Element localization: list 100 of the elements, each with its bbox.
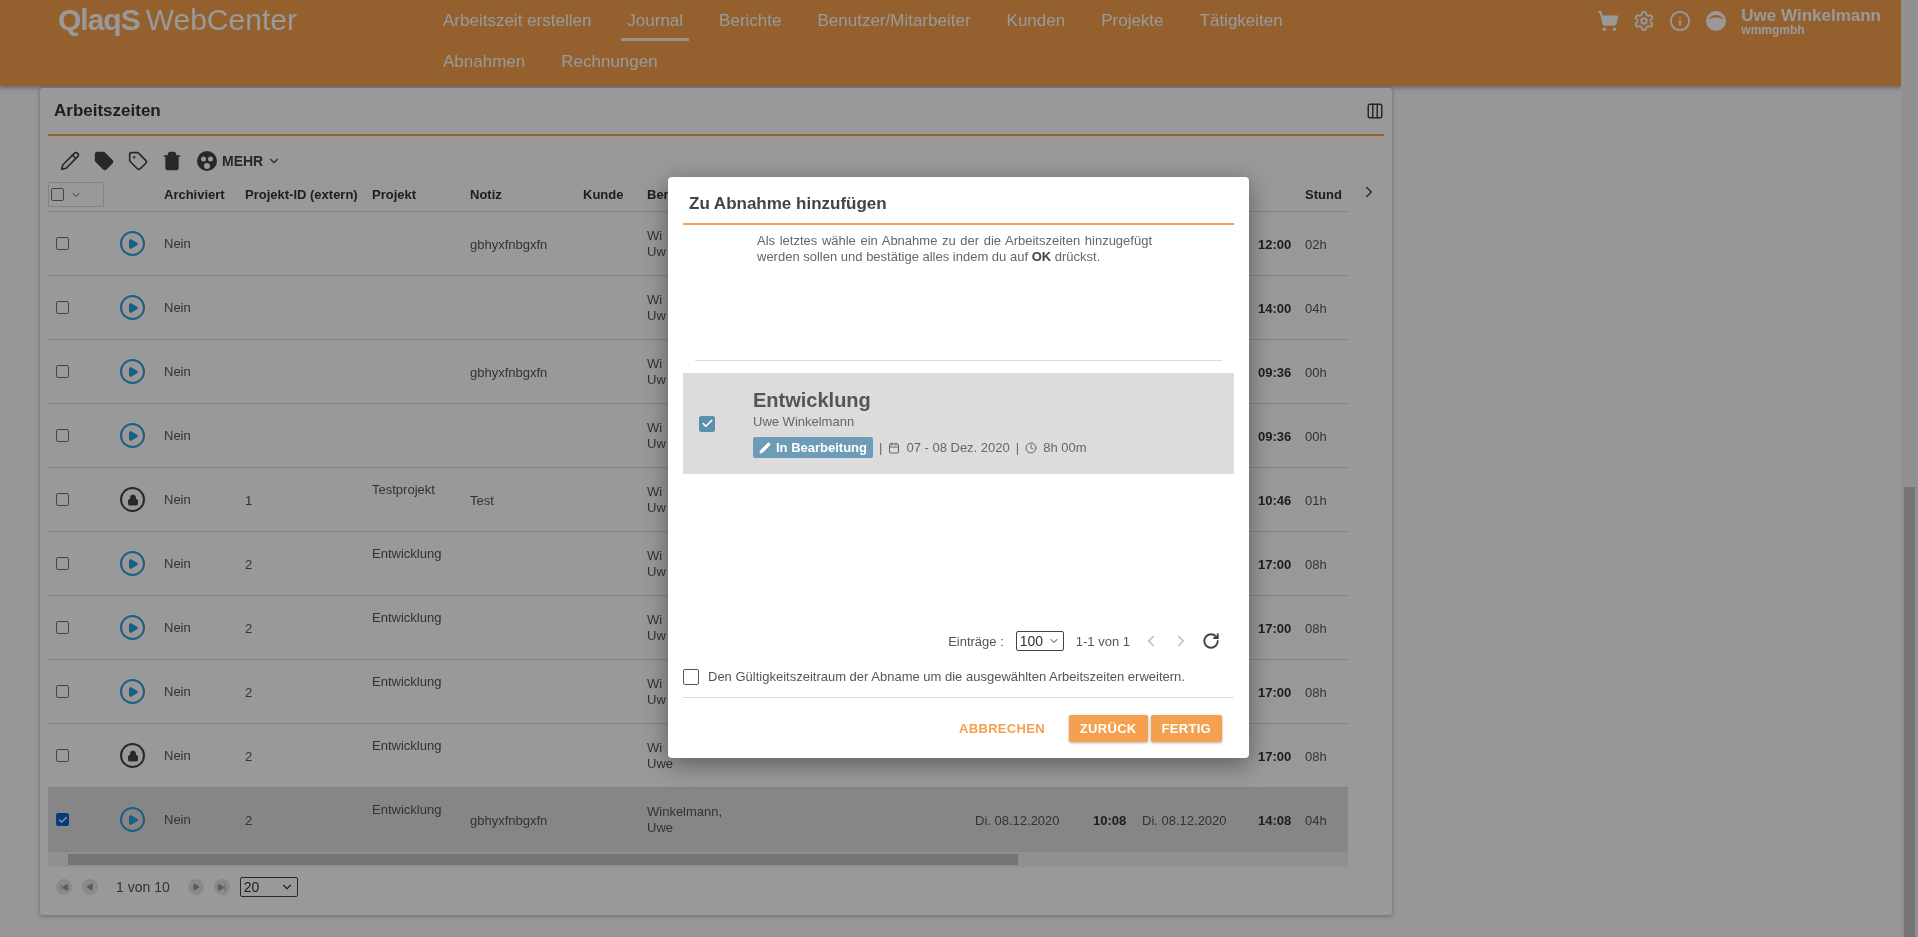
column-header: Archiviert bbox=[164, 187, 226, 202]
item-checkbox[interactable] bbox=[699, 415, 715, 432]
nav-link[interactable]: Rechnungen bbox=[555, 42, 664, 82]
logo-mark: QlaqS bbox=[58, 3, 140, 37]
row-checkbox[interactable] bbox=[56, 365, 69, 378]
play-icon[interactable] bbox=[120, 423, 145, 448]
table-cell: Wi Uw bbox=[647, 611, 666, 644]
previous-page-icon[interactable] bbox=[82, 879, 98, 895]
row-checkbox[interactable] bbox=[56, 301, 69, 314]
refresh-icon[interactable] bbox=[1202, 632, 1220, 650]
row-checkbox[interactable] bbox=[56, 685, 69, 698]
play-icon[interactable] bbox=[120, 807, 145, 832]
acceptance-item[interactable]: Entwicklung Uwe Winkelmann In Bearbeitung | 07 - 08 Dez. 2020 | 8h 00m bbox=[683, 373, 1234, 474]
table-cell: Wi Uw bbox=[647, 291, 666, 324]
columns-icon[interactable] bbox=[1366, 102, 1384, 120]
settings-icon[interactable] bbox=[1633, 10, 1656, 32]
table-cell: 17:00 bbox=[1258, 620, 1292, 637]
table-cell: 10:46 bbox=[1258, 492, 1292, 509]
table-cell: 04h bbox=[1305, 812, 1327, 829]
row-checkbox[interactable] bbox=[56, 493, 69, 506]
scrollbar-thumb[interactable] bbox=[1904, 487, 1915, 937]
row-checkbox[interactable] bbox=[56, 749, 69, 762]
info-icon[interactable] bbox=[1669, 10, 1692, 32]
play-icon[interactable] bbox=[120, 231, 145, 256]
table-cell-text: Nein bbox=[164, 683, 192, 700]
table-cell: 08h bbox=[1305, 620, 1327, 637]
table-cell: 14:08 bbox=[1258, 812, 1292, 829]
page-size-select[interactable]: 20 bbox=[239, 877, 298, 897]
table-cell: 02h bbox=[1305, 236, 1327, 253]
table-cell-text: Nein bbox=[164, 491, 192, 508]
nav-link[interactable]: Journal bbox=[621, 1, 690, 41]
panel-title: Arbeitszeiten bbox=[54, 101, 161, 121]
lock-icon[interactable] bbox=[120, 743, 145, 768]
edit-icon[interactable] bbox=[60, 151, 80, 171]
action-button[interactable]: ZURÜCK bbox=[1068, 714, 1148, 742]
table-row[interactable]: Nein 2 Entwicklung gbhyxfnbgxfn Winkelmann, Uwe Di. 08.12.2020 10:08 Di. 08.12.2020 14:08 04h bbox=[48, 788, 1348, 852]
horizontal-scrollbar[interactable] bbox=[48, 852, 1348, 867]
calendar-icon bbox=[888, 441, 901, 454]
next-page-icon[interactable] bbox=[187, 879, 204, 895]
nav-link[interactable]: Tätigkeiten bbox=[1193, 1, 1289, 41]
table-cell: 12:00 bbox=[1258, 236, 1292, 253]
text-button[interactable]: ABBRECHEN bbox=[948, 714, 1056, 742]
nav-link[interactable]: Benutzer/Mitarbeiter bbox=[811, 1, 977, 41]
entries-label: Einträge : bbox=[948, 633, 1004, 649]
avatar-icon[interactable] bbox=[1705, 10, 1728, 32]
table-cell-text: Nein bbox=[164, 299, 192, 316]
page-indicator: 1 von 10 bbox=[116, 879, 170, 895]
nav-link[interactable]: Kunden bbox=[1000, 1, 1072, 41]
extend-checkbox[interactable] bbox=[683, 668, 699, 685]
table-cell: 04h bbox=[1305, 300, 1327, 317]
item-dates: 07 - 08 Dez. 2020 bbox=[906, 440, 1010, 455]
row-checkbox[interactable] bbox=[56, 237, 69, 250]
action-button[interactable]: FERTIG bbox=[1150, 714, 1222, 742]
extend-label: Den Gültigkeitszeitraum der Abname um die ausgewählten Arbeitszeiten erweitern. bbox=[708, 669, 1185, 684]
play-icon[interactable] bbox=[120, 615, 145, 640]
nav-link[interactable]: Arbeitszeit erstellen bbox=[437, 1, 598, 41]
table-cell: Wi Uw bbox=[647, 419, 666, 452]
lock-icon[interactable] bbox=[120, 487, 145, 512]
column-header: Projekt bbox=[372, 187, 418, 202]
table-cell: Test bbox=[470, 492, 494, 509]
last-page-icon[interactable] bbox=[213, 879, 230, 895]
table-cell: 2 bbox=[245, 556, 253, 573]
delete-icon[interactable] bbox=[162, 151, 182, 171]
entries-select[interactable]: 100 bbox=[1015, 631, 1064, 651]
table-cell: Wi Uw bbox=[647, 483, 666, 516]
table-cell: 09:36 bbox=[1258, 364, 1292, 381]
range-label: 1-1 von 1 bbox=[1075, 633, 1130, 649]
play-icon[interactable] bbox=[120, 295, 145, 320]
table-cell: 09:36 bbox=[1258, 428, 1292, 445]
nav-link[interactable]: Projekte bbox=[1095, 1, 1170, 41]
play-icon[interactable] bbox=[120, 359, 145, 384]
cart-icon[interactable] bbox=[1597, 10, 1620, 32]
tag-icon[interactable] bbox=[94, 151, 114, 171]
table-cell: gbhyxfnbgxfn bbox=[470, 364, 548, 381]
table-cell: Wi Uw bbox=[647, 675, 666, 708]
nav-link[interactable]: Abnahmen bbox=[437, 42, 532, 82]
row-checkbox[interactable] bbox=[56, 557, 69, 570]
table-cell-text: Entwicklung bbox=[372, 737, 442, 754]
tag-outline-icon[interactable] bbox=[128, 151, 148, 171]
select-all-control[interactable] bbox=[48, 182, 104, 207]
first-page-icon[interactable] bbox=[56, 879, 72, 895]
nav-link[interactable]: Berichte bbox=[713, 1, 788, 41]
scrollbar-thumb[interactable] bbox=[68, 854, 1018, 865]
user-name: Uwe Winkelmann bbox=[1741, 6, 1881, 24]
row-checkbox[interactable] bbox=[56, 621, 69, 634]
row-checkbox[interactable] bbox=[56, 429, 69, 442]
play-icon[interactable] bbox=[120, 679, 145, 704]
play-icon[interactable] bbox=[120, 551, 145, 576]
more-button[interactable]: MEHR bbox=[196, 150, 282, 172]
table-cell: 17:00 bbox=[1258, 684, 1292, 701]
logo-text: WebCenter bbox=[145, 3, 297, 37]
table-cell-text: Testprojekt bbox=[372, 481, 435, 498]
clock-icon bbox=[1025, 441, 1038, 454]
vertical-scrollbar[interactable] bbox=[1901, 0, 1918, 937]
row-checkbox[interactable] bbox=[56, 813, 69, 826]
table-cell: Di. 08.12.2020 bbox=[1142, 812, 1227, 829]
table-cell-text: Nein bbox=[164, 747, 192, 764]
table-cell: 17:00 bbox=[1258, 748, 1292, 765]
table-cell: 00h bbox=[1305, 428, 1327, 445]
table-cell: gbhyxfnbgxfn bbox=[470, 812, 548, 829]
